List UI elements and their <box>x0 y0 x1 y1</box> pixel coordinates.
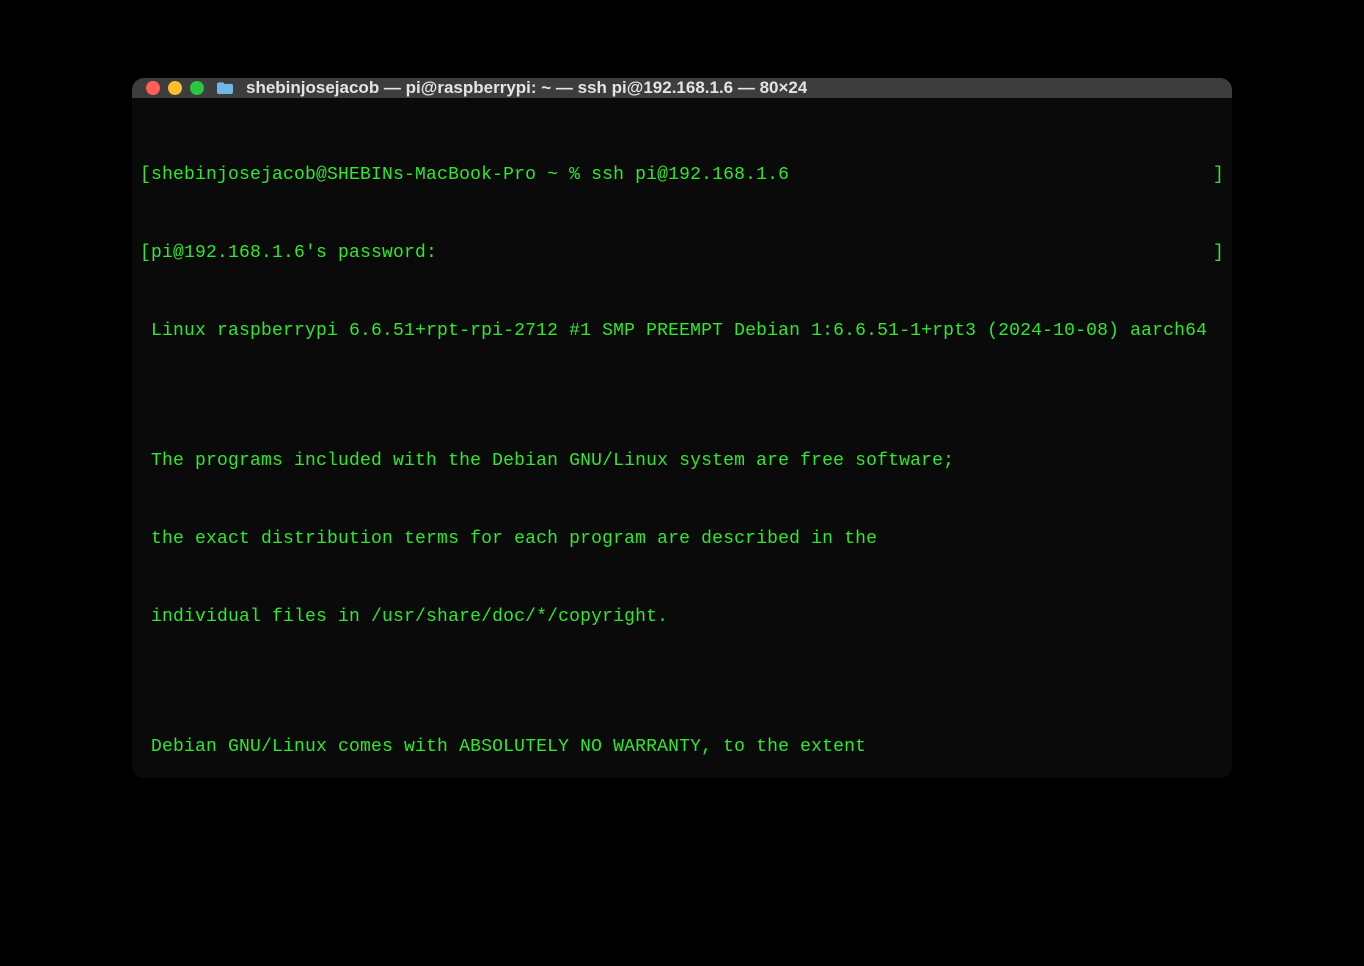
terminal-line: the exact distribution terms for each pr… <box>140 526 1224 552</box>
terminal-line: The programs included with the Debian GN… <box>140 448 1224 474</box>
bracket-right: ] <box>1213 162 1224 188</box>
window-title: shebinjosejacob — pi@raspberrypi: ~ — ss… <box>246 78 807 98</box>
terminal-line: [ shebinjosejacob@SHEBINs-MacBook-Pro ~ … <box>140 162 1224 188</box>
bracket-left: [ <box>140 240 151 266</box>
bracket-right: ] <box>1213 240 1224 266</box>
terminal-line: individual files in /usr/share/doc/*/cop… <box>140 604 1224 630</box>
terminal-text: pi@192.168.1.6's password: <box>151 240 1213 266</box>
traffic-lights <box>146 81 204 95</box>
terminal-text: shebinjosejacob@SHEBINs-MacBook-Pro ~ % … <box>151 162 1213 188</box>
terminal-line: [ pi@192.168.1.6's password: ] <box>140 240 1224 266</box>
minimize-icon[interactable] <box>168 81 182 95</box>
close-icon[interactable] <box>146 81 160 95</box>
terminal-line: Linux raspberrypi 6.6.51+rpt-rpi-2712 #1… <box>140 318 1224 344</box>
zoom-icon[interactable] <box>190 81 204 95</box>
titlebar[interactable]: shebinjosejacob — pi@raspberrypi: ~ — ss… <box>132 78 1232 98</box>
terminal-window: shebinjosejacob — pi@raspberrypi: ~ — ss… <box>132 78 1232 778</box>
terminal-body[interactable]: [ shebinjosejacob@SHEBINs-MacBook-Pro ~ … <box>132 98 1232 778</box>
folder-icon <box>216 81 234 95</box>
bracket-left: [ <box>140 162 151 188</box>
terminal-line: Debian GNU/Linux comes with ABSOLUTELY N… <box>140 734 1224 760</box>
